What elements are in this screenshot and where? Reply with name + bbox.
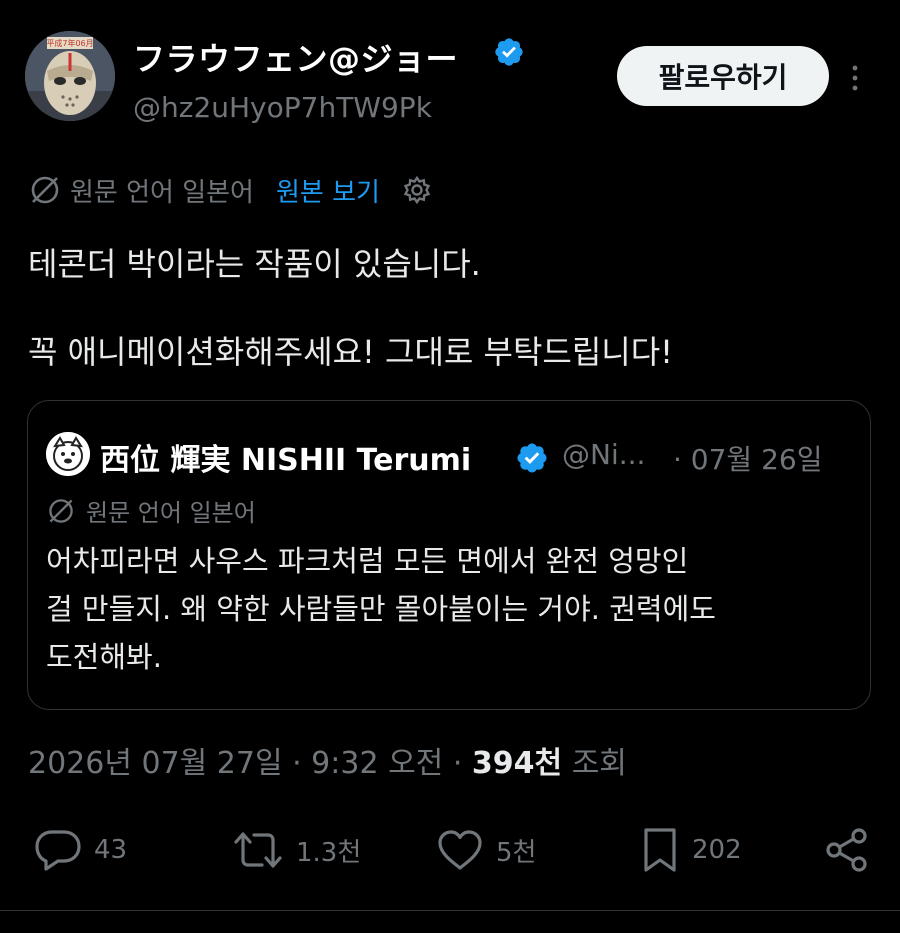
repost-count: 1.3천 bbox=[296, 837, 362, 868]
tweet-text-line: 테콘더 박이라는 작품이 있습니다. bbox=[28, 245, 481, 283]
quoted-source-language-label: 원문 언어 일본어 bbox=[86, 499, 256, 527]
quoted-author-avatar[interactable] bbox=[46, 432, 90, 476]
share-button[interactable] bbox=[824, 820, 870, 880]
more-vertical-icon[interactable] bbox=[845, 60, 865, 96]
tweet-text: 테콘더 박이라는 작품이 있습니다. 꼭 애니메이션화해주세요! 그대로 부탁드… bbox=[28, 240, 878, 376]
action-bar: 43 1.3천 5천 202 bbox=[0, 820, 900, 880]
quoted-text-line: 어차피라면 사우스 파크처럼 모든 면에서 완전 엉망인 bbox=[46, 544, 689, 578]
quoted-translation-bar: 원문 언어 일본어 bbox=[46, 493, 256, 528]
bookmark-button[interactable]: 202 bbox=[640, 820, 742, 880]
share-icon bbox=[826, 828, 867, 872]
tweet-timestamp[interactable]: 2026년 07월 27일 · 9:32 오전 · bbox=[28, 746, 462, 781]
quoted-author-display-name[interactable]: 西位 輝実 NISHII Terumi bbox=[100, 435, 471, 479]
globe-slash-icon bbox=[49, 498, 73, 523]
bookmark-icon bbox=[644, 828, 676, 872]
quoted-author-handle[interactable]: @Ni... bbox=[562, 438, 645, 471]
bottom-divider bbox=[0, 910, 900, 911]
quoted-text-line: 걸 만들지. 왜 약한 사람들만 몰아붙이는 거야. 권력에도 bbox=[46, 592, 716, 626]
tweet-text-line: 꼭 애니메이션화해주세요! 그대로 부탁드립니다! bbox=[28, 333, 673, 371]
repost-arrows-icon bbox=[234, 832, 282, 868]
source-language-label: 원문 언어 일본어 bbox=[70, 177, 254, 208]
reply-button[interactable]: 43 bbox=[34, 820, 127, 880]
reply-count: 43 bbox=[94, 835, 128, 865]
verified-badge-icon bbox=[495, 38, 523, 66]
globe-slash-icon bbox=[31, 176, 59, 204]
views-label: 조회 bbox=[571, 746, 627, 781]
verified-badge-icon bbox=[517, 443, 547, 473]
author-display-name[interactable]: フラウフェン@ジョー bbox=[133, 34, 458, 80]
repost-button[interactable]: 1.3천 bbox=[232, 820, 361, 880]
views-count: 394천 bbox=[471, 746, 563, 781]
tweet-header: 平成7年06月 フラウフェン@ジョー @hz2uHyoP7hTW9Pk 팔로우하… bbox=[0, 0, 900, 140]
follow-button[interactable]: 팔로우하기 bbox=[617, 46, 829, 106]
quoted-tweet-card[interactable]: 西位 輝実 NISHII Terumi @Ni... · 07월 26일 원문 … bbox=[27, 400, 871, 710]
speech-bubble-icon bbox=[35, 830, 81, 871]
heart-icon bbox=[438, 830, 482, 870]
author-avatar[interactable]: 平成7年06月 bbox=[25, 31, 115, 121]
avatar-badge-text: 平成7年06月 bbox=[46, 38, 93, 48]
like-button[interactable]: 5천 bbox=[436, 820, 536, 880]
view-original-link[interactable]: 원본 보기 bbox=[276, 172, 380, 209]
translation-bar: 원문 언어 일본어 원본 보기 bbox=[28, 170, 432, 210]
quoted-tweet-text: 어차피라면 사우스 파크처럼 모든 면에서 완전 엉망인 걸 만들지. 왜 약한… bbox=[46, 537, 866, 681]
author-handle[interactable]: @hz2uHyoP7hTW9Pk bbox=[133, 91, 432, 124]
bookmark-count: 202 bbox=[692, 835, 742, 865]
tweet-meta: 2026년 07월 27일 · 9:32 오전 · 394천 조회 bbox=[28, 738, 627, 782]
quoted-text-line: 도전해봐. bbox=[46, 640, 162, 674]
quoted-tweet-date: · 07월 26일 bbox=[673, 443, 823, 476]
like-count: 5천 bbox=[496, 837, 537, 868]
gear-icon[interactable] bbox=[402, 175, 432, 205]
